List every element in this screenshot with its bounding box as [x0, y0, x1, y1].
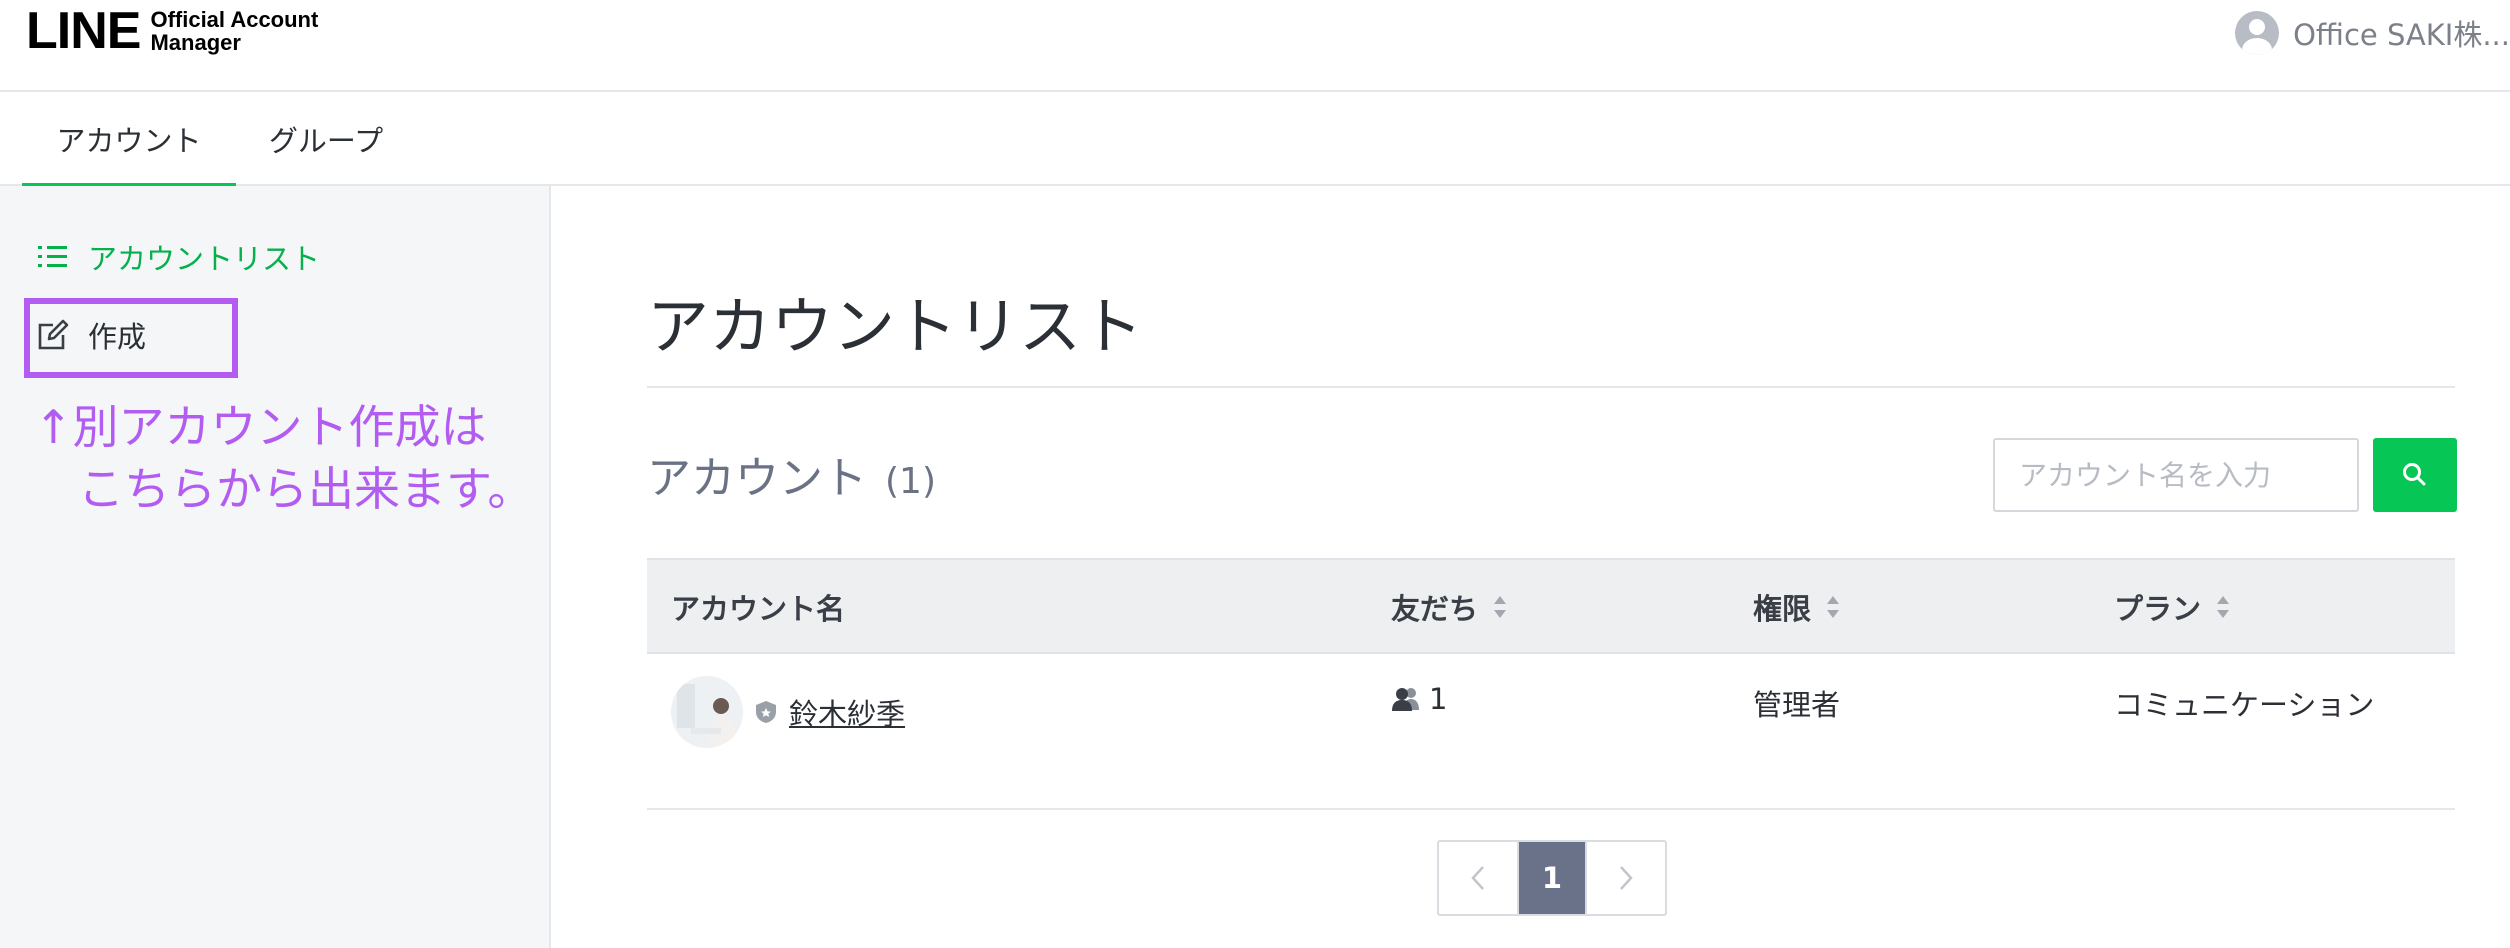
- sort-icon[interactable]: [1825, 594, 1841, 620]
- next-page-button[interactable]: [1585, 842, 1665, 914]
- account-avatar[interactable]: [671, 676, 743, 748]
- section-title-label: アカウント: [647, 453, 867, 504]
- page-button-current[interactable]: 1: [1519, 842, 1585, 914]
- user-avatar-icon: [2235, 11, 2280, 55]
- column-header-role[interactable]: 権限: [1753, 560, 1841, 654]
- column-header-plan[interactable]: プラン: [2114, 560, 2231, 654]
- tab-bar: アカウント グループ: [0, 92, 2510, 188]
- cell-account-name: 鈴木紗季: [671, 676, 905, 748]
- annotation-highlight-box: [24, 298, 238, 378]
- column-header-label: プラン: [2114, 592, 2202, 626]
- search-icon: [2403, 463, 2426, 486]
- logo-sub-line1: Official Account: [150, 7, 319, 32]
- user-menu[interactable]: Office SAKI株...: [2235, 10, 2510, 56]
- logo-line-text: LINE: [26, 2, 141, 60]
- search-button[interactable]: [2373, 438, 2457, 512]
- account-search-input[interactable]: [1993, 438, 2359, 512]
- column-header-label: アカウント名: [671, 592, 846, 626]
- avatar-photo-icon: [671, 676, 743, 748]
- role-text: 管理者: [1753, 688, 1841, 722]
- tab-account[interactable]: アカウント: [22, 92, 236, 188]
- account-name-link[interactable]: 鈴木紗季: [789, 691, 905, 733]
- account-table: アカウント名 友だち 権限 プラン 鈴木紗季 1 管理者 コミュニケーション: [647, 558, 2455, 810]
- line-oam-logo[interactable]: LINE Official Account Manager: [26, 2, 318, 60]
- tab-group[interactable]: グループ: [236, 92, 416, 186]
- shield-icon: [756, 701, 776, 723]
- cell-friends: 1: [1391, 682, 1447, 716]
- sidebar: アカウントリスト 作成 ↑別アカウント作成は こちらから出来ます。: [0, 186, 551, 948]
- prev-page-button[interactable]: [1439, 842, 1519, 914]
- sort-icon[interactable]: [2215, 594, 2231, 620]
- annotation-line-1: ↑別アカウント作成は: [34, 400, 487, 454]
- cell-plan: コミュニケーション: [2114, 682, 2374, 724]
- sidebar-item-account-list[interactable]: アカウントリスト: [36, 236, 320, 278]
- title-divider: [647, 386, 2455, 388]
- sidebar-item-label: アカウントリスト: [88, 242, 321, 276]
- page-title: アカウントリスト: [647, 290, 1144, 363]
- logo-sub-text: Official Account Manager: [150, 8, 318, 54]
- friends-icon: [1392, 688, 1419, 711]
- sort-icon[interactable]: [1492, 594, 1508, 620]
- logo-sub-line2: Manager: [150, 30, 241, 55]
- chevron-right-icon: [1620, 866, 1633, 890]
- list-icon: [38, 246, 67, 267]
- table-row: 鈴木紗季 1 管理者 コミュニケーション: [647, 654, 2455, 810]
- chevron-left-icon: [1471, 866, 1484, 890]
- pagination: 1: [1437, 840, 1667, 916]
- top-header: LINE Official Account Manager Office SAK…: [0, 0, 2510, 92]
- section-title: アカウント (1): [647, 442, 936, 506]
- cell-role: 管理者: [1753, 682, 1840, 724]
- table-header: アカウント名 友だち 権限 プラン: [647, 558, 2455, 654]
- column-header-label: 友だち: [1391, 592, 1479, 626]
- column-header-friends[interactable]: 友だち: [1391, 560, 1508, 654]
- annotation-line-2: こちらから出来ます。: [78, 462, 534, 516]
- user-name: Office SAKI株...: [2293, 18, 2510, 52]
- plan-text: コミュニケーション: [2114, 688, 2375, 722]
- friends-count: 1: [1429, 682, 1448, 716]
- column-header-label: 権限: [1753, 592, 1812, 626]
- column-header-account-name: アカウント名: [671, 560, 845, 654]
- annotation-text: ↑別アカウント作成は こちらから出来ます。: [34, 396, 533, 520]
- account-count: (1): [885, 461, 936, 502]
- main-content: アカウントリスト アカウント (1) アカウント名 友だち 権限: [551, 186, 2510, 948]
